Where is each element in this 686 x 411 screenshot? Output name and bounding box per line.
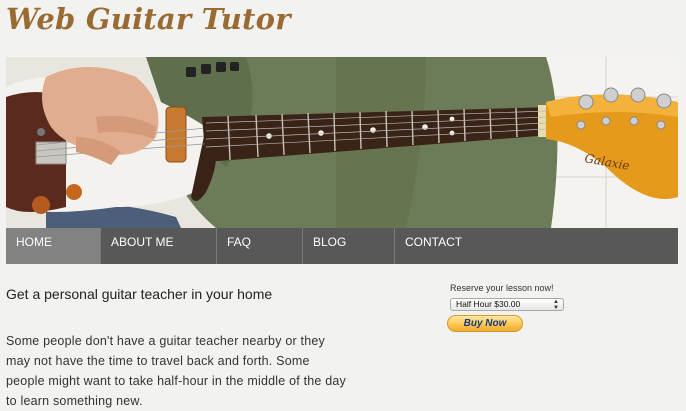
site-title[interactable]: Web Guitar Tutor <box>6 2 291 36</box>
nav-home[interactable]: HOME <box>6 228 101 264</box>
page-headline: Get a personal guitar teacher in your ho… <box>6 286 273 302</box>
lesson-select-value: Half Hour $30.00 <box>456 299 521 309</box>
nav-faq[interactable]: FAQ <box>217 228 303 264</box>
nav-contact[interactable]: CONTACT <box>395 228 678 264</box>
select-arrows-icon: ▲ ▼ <box>553 299 559 311</box>
lesson-select[interactable]: Half Hour $30.00 ▲ ▼ <box>450 298 564 311</box>
main-nav: HOME ABOUT ME FAQ BLOG CONTACT <box>6 228 678 264</box>
buy-now-button[interactable]: Buy Now <box>447 315 523 332</box>
reserve-label: Reserve your lesson now! <box>450 283 554 293</box>
nav-about-me[interactable]: ABOUT ME <box>101 228 217 264</box>
nav-blog[interactable]: BLOG <box>303 228 395 264</box>
banner-image: Galaxie <box>6 57 678 228</box>
intro-paragraph: Some people don't have a guitar teacher … <box>6 334 346 408</box>
